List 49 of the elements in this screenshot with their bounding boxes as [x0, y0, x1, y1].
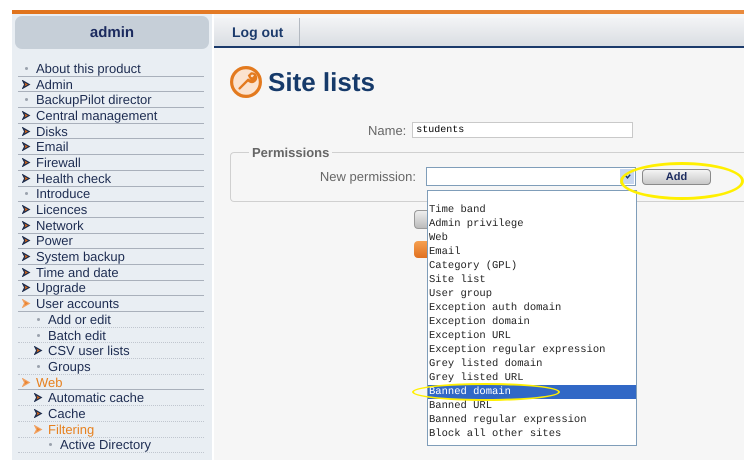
menu-item[interactable]: Email	[36, 139, 69, 154]
permission-label: New permission:	[318, 169, 416, 184]
menu-item[interactable]: Network	[36, 218, 84, 233]
add-button[interactable]: Add	[642, 168, 711, 184]
permissions-legend: Permissions	[249, 145, 332, 160]
menu-item[interactable]: Automatic cache	[48, 390, 144, 406]
name-field[interactable]: students	[412, 122, 634, 138]
sidebar-title: admin	[15, 16, 209, 49]
menu-item[interactable]: Firewall	[36, 154, 81, 170]
dropdown-option[interactable]: Web	[428, 231, 636, 245]
dropdown-option[interactable]: Exception URL	[428, 329, 636, 343]
logout-tab[interactable]: Log out	[214, 18, 300, 46]
dropdown-option[interactable]: Banned URL	[428, 399, 636, 413]
menu-item[interactable]: Central management	[36, 108, 158, 123]
menu-item[interactable]: Add or edit	[48, 312, 111, 327]
menu-item[interactable]: Time and date	[36, 264, 119, 280]
menu-item[interactable]: System backup	[36, 249, 125, 264]
menu-item[interactable]: Health check	[36, 170, 112, 186]
dropdown-option[interactable]: Banned regular expression	[428, 413, 636, 427]
dropdown-option[interactable]: Grey listed URL	[428, 371, 636, 385]
dropdown-option[interactable]: Category (GPL)	[428, 259, 636, 273]
menu-item[interactable]: Cache	[48, 406, 86, 421]
dropdown-option[interactable]: Site list	[428, 273, 636, 287]
button-edge[interactable]	[414, 241, 428, 258]
menu-item[interactable]: Introduce	[36, 186, 90, 202]
menu-item[interactable]: Admin	[36, 76, 73, 92]
dropdown-option[interactable]: Grey listed domain	[428, 357, 636, 371]
menu-item[interactable]: Disks	[36, 124, 68, 139]
dropdown-option[interactable]: Block all other sites	[428, 427, 636, 441]
menu-item[interactable]: Active Directory	[60, 437, 152, 452]
menu-item[interactable]: User accounts	[36, 296, 120, 312]
menu-item[interactable]: CSV user lists	[48, 343, 130, 358]
menu-item[interactable]: Upgrade	[36, 280, 86, 296]
dropdown-option[interactable]: Exception regular expression	[428, 343, 636, 357]
dropdown-option[interactable]: Exception auth domain	[428, 301, 636, 315]
menu-item[interactable]: Power	[36, 233, 73, 248]
dropdown-option[interactable]: Banned domain	[428, 385, 636, 399]
dropdown-option[interactable]: Exception domain	[428, 315, 636, 329]
page-title: Site lists	[268, 66, 375, 98]
menu-item[interactable]: Licences	[36, 202, 88, 218]
menu-item[interactable]: Groups	[48, 358, 91, 374]
dropdown-option[interactable]: Email	[428, 245, 636, 259]
dropdown-option[interactable]: Admin privilege	[428, 217, 636, 231]
menu-item[interactable]: Batch edit	[48, 328, 106, 343]
name-label: Name:	[368, 122, 406, 138]
dropdown-option[interactable]: User group	[428, 287, 636, 301]
dropdown-option[interactable]: Time band	[428, 203, 636, 217]
menu-item[interactable]: BackupPilot director	[36, 92, 152, 108]
menu-item[interactable]: About this product	[36, 60, 141, 76]
